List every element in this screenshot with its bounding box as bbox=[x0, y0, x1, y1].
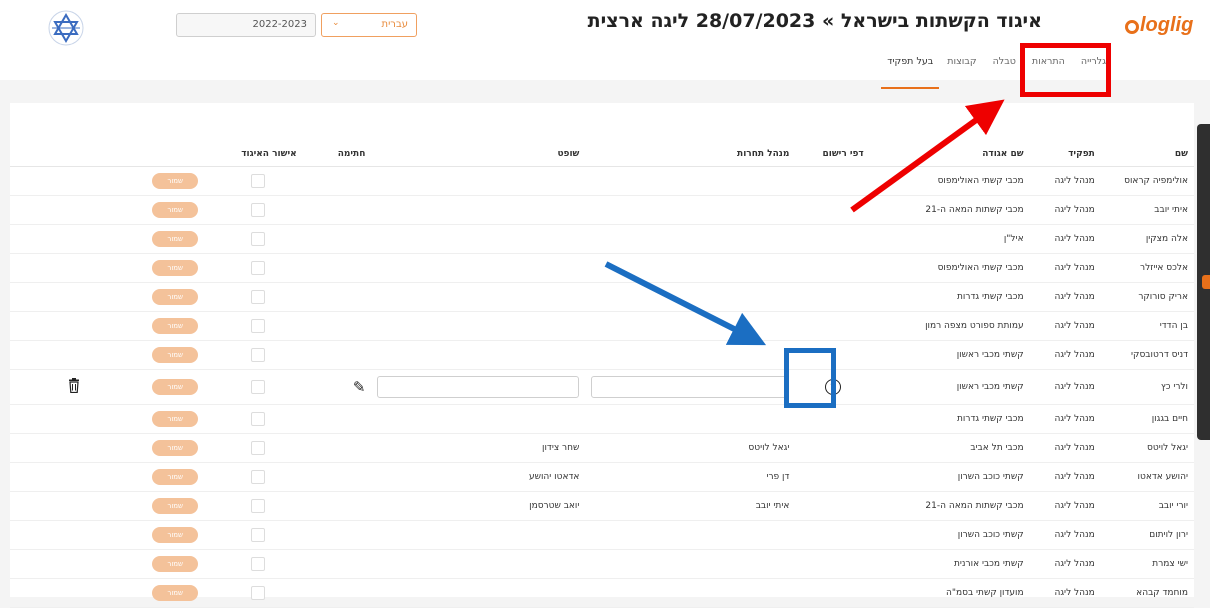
red-highlight-box bbox=[1020, 43, 1111, 97]
red-arrow bbox=[850, 99, 1005, 213]
blue-highlight-box bbox=[784, 348, 836, 408]
blue-arrow bbox=[604, 261, 767, 346]
